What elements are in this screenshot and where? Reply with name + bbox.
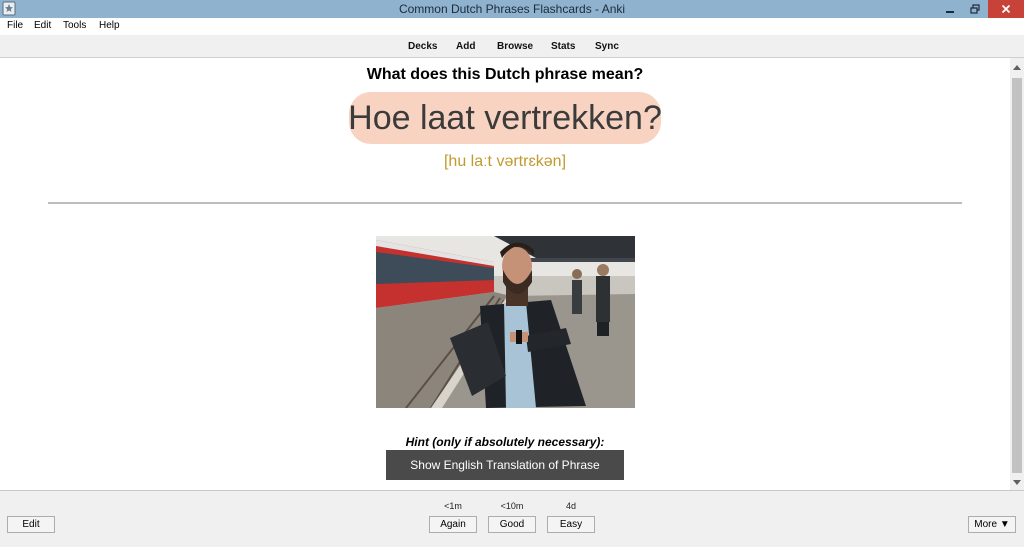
card-divider: [48, 202, 962, 204]
scroll-up-button[interactable]: [1010, 60, 1024, 74]
more-button[interactable]: More ▼: [968, 516, 1016, 533]
menu-tools[interactable]: Tools: [63, 20, 86, 31]
menu-edit[interactable]: Edit: [34, 20, 51, 31]
minimize-icon: [946, 11, 954, 13]
scroll-down-arrow-icon: [1013, 480, 1021, 485]
easy-interval: 4d: [565, 501, 576, 511]
toolbar-stats-link[interactable]: Stats: [551, 41, 575, 52]
toolbar-add-link[interactable]: Add: [456, 41, 475, 52]
menu-file[interactable]: File: [7, 20, 23, 31]
pronunciation-text: [hu laːt vərtrɛkən]: [443, 153, 567, 170]
show-translation-button[interactable]: Show English Translation of Phrase: [386, 450, 624, 480]
card-view: What does this Dutch phrase mean? Hoe la…: [0, 58, 1010, 490]
again-button[interactable]: Again: [429, 516, 477, 533]
anki-window: Common Dutch Phrases Flashcards - Anki F…: [0, 0, 1024, 547]
good-interval: <10m: [500, 501, 524, 511]
again-interval: <1m: [444, 501, 462, 511]
menu-help[interactable]: Help: [99, 20, 120, 31]
scroll-up-arrow-icon: [1013, 65, 1021, 70]
hint-label: Hint (only if absolutely necessary):: [405, 435, 605, 449]
edit-button[interactable]: Edit: [7, 516, 55, 533]
scroll-down-button[interactable]: [1010, 476, 1024, 490]
menu-bar: File Edit Tools Help: [0, 18, 1024, 35]
question-prompt: What does this Dutch phrase mean?: [366, 66, 644, 83]
bottom-bar: Edit <1m <10m 4d Again Good Easy More ▼: [0, 490, 1024, 547]
close-icon: [1001, 4, 1011, 14]
card-photo: [376, 236, 635, 408]
good-button[interactable]: Good: [488, 516, 536, 533]
minimize-button[interactable]: [938, 0, 962, 18]
restore-icon: [970, 4, 980, 14]
easy-button[interactable]: Easy: [547, 516, 595, 533]
toolbar-browse-link[interactable]: Browse: [497, 41, 533, 52]
close-button[interactable]: [988, 0, 1024, 18]
window-title: Common Dutch Phrases Flashcards - Anki: [398, 2, 626, 16]
toolbar-decks-link[interactable]: Decks: [408, 41, 437, 52]
scroll-thumb[interactable]: [1012, 78, 1022, 473]
vertical-scrollbar[interactable]: [1010, 58, 1024, 490]
title-bar[interactable]: Common Dutch Phrases Flashcards - Anki: [0, 0, 1024, 18]
dutch-phrase: Hoe laat vertrekken?: [348, 92, 662, 144]
toolbar-sync-link[interactable]: Sync: [595, 41, 619, 52]
main-toolbar: Decks Add Browse Stats Sync: [0, 35, 1024, 58]
restore-button[interactable]: [962, 0, 988, 18]
